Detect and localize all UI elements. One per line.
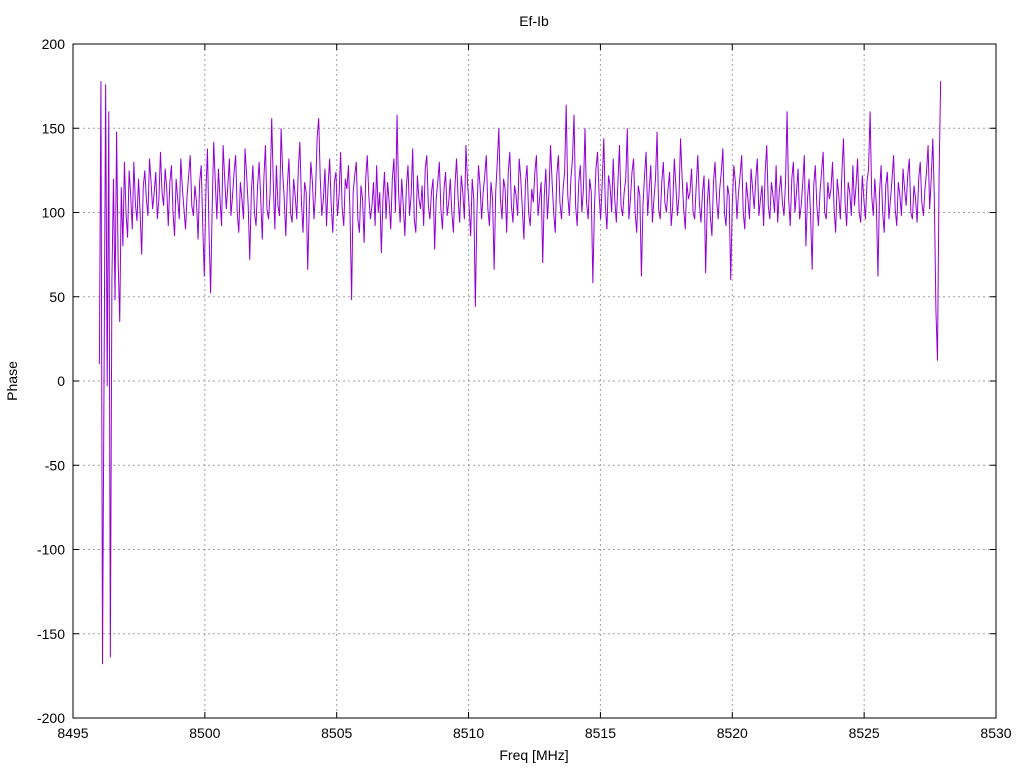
x-tick-label: 8520 [717, 725, 748, 741]
y-tick-label: -200 [37, 710, 65, 726]
grid [73, 44, 996, 718]
x-tick-label: 8510 [453, 725, 484, 741]
y-tick-label: 100 [42, 205, 66, 221]
series-layer [98, 81, 942, 665]
y-tick-label: 0 [57, 373, 65, 389]
chart-title: Ef-Ib [519, 13, 549, 29]
y-tick-label: 150 [42, 120, 66, 136]
x-tick-label: 8500 [189, 725, 220, 741]
phase-series-line [98, 81, 942, 665]
phase-chart: Ef-Ib 8495 8500 8505 8510 8515 8520 8525 8530 -2… [4, 13, 1012, 763]
x-tick-label: 8515 [585, 725, 616, 741]
x-tick-label: 8525 [849, 725, 880, 741]
x-tick-label: 8495 [57, 725, 88, 741]
axis-ticks: 8495 8500 8505 8510 8515 8520 8525 8530 -200 -150… [37, 36, 1012, 741]
x-tick-label: 8505 [321, 725, 352, 741]
y-tick-label: 50 [49, 289, 65, 305]
x-tick-label: 8530 [980, 725, 1011, 741]
y-axis-label: Phase [4, 361, 20, 401]
x-axis-label: Freq [MHz] [499, 747, 568, 763]
y-tick-label: 200 [42, 36, 66, 52]
y-tick-label: -100 [37, 542, 65, 558]
y-tick-label: -150 [37, 626, 65, 642]
y-tick-label: -50 [45, 457, 65, 473]
